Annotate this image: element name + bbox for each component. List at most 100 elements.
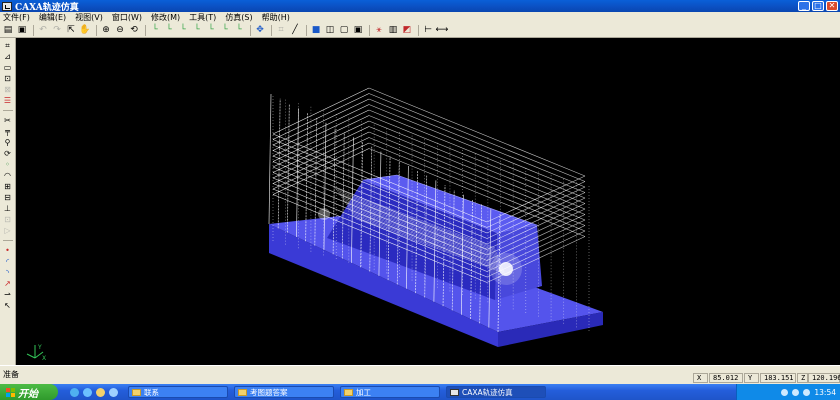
maximize-button[interactable]: □: [812, 1, 824, 11]
left-toolbar: ⌗ ⊿ ▭ ⊡ ⊠ ☰ ✂ ╤ ⚲ ⟳ ◦ ◠ ⊞ ⊟ ⊥ ⊡ ▷ • ◜ ◝ …: [0, 38, 16, 365]
menu-simulate[interactable]: 仿真(S): [225, 12, 252, 23]
view-iso-icon[interactable]: └: [233, 25, 245, 36]
network-icon[interactable]: [781, 388, 789, 396]
menu-edit[interactable]: 编辑(E): [39, 12, 66, 23]
rotate-icon[interactable]: ⟲: [128, 25, 140, 36]
ruler-icon[interactable]: ⊢: [422, 25, 434, 36]
security-icon[interactable]: [803, 388, 811, 396]
zoom-in-icon[interactable]: ⊕: [100, 25, 112, 36]
task-label: CAXA轨迹仿真: [462, 387, 513, 397]
view-left-icon[interactable]: └: [177, 25, 189, 36]
wire-icon[interactable]: ◫: [324, 25, 336, 36]
undo-icon[interactable]: ↶: [37, 25, 49, 36]
view-back-icon[interactable]: └: [163, 25, 175, 36]
circle-icon[interactable]: ◜: [2, 256, 14, 267]
task-button[interactable]: 联系: [128, 386, 228, 398]
color-icon[interactable]: ▥: [387, 25, 399, 36]
frame-icon[interactable]: ▢: [338, 25, 350, 36]
toolbar-separator: [369, 24, 370, 36]
simulation-viewport[interactable]: Y X: [17, 38, 840, 365]
shape-icon[interactable]: ⊿: [2, 51, 14, 62]
taskbar: 开始 联系 考图题答案 加工 CAXA轨迹仿真 13:54: [0, 384, 840, 400]
line-icon[interactable]: ◝: [2, 267, 14, 278]
menu-modify[interactable]: 修改(M): [151, 12, 180, 23]
quick-launch: [70, 387, 118, 397]
task-button[interactable]: 考图题答案: [234, 386, 334, 398]
minimize-button[interactable]: _: [798, 1, 810, 11]
pan-icon[interactable]: ✋: [79, 25, 91, 36]
menu-tools[interactable]: 工具(T): [189, 12, 216, 23]
solid-icon[interactable]: ■: [310, 25, 322, 36]
toolbar-separator: [145, 24, 146, 36]
rect-icon[interactable]: ▭: [2, 62, 14, 73]
volume-icon[interactable]: [792, 388, 800, 396]
toolpath-segment: [272, 87, 370, 135]
axis-triad-icon: Y X: [26, 344, 46, 362]
list-icon[interactable]: ☰: [2, 95, 14, 106]
open-icon[interactable]: ▤: [2, 25, 14, 36]
tool-holder-icon[interactable]: ⊞: [2, 181, 14, 192]
extend-line-icon[interactable]: ⇀: [2, 289, 14, 300]
cut-icon[interactable]: ✂: [2, 115, 14, 126]
point-icon[interactable]: ⊥: [2, 203, 14, 214]
crop-icon[interactable]: ⌗: [2, 40, 14, 51]
caxa-app-icon: [450, 388, 459, 396]
task-label: 联系: [144, 387, 159, 397]
select-icon[interactable]: ⇱: [65, 25, 77, 36]
view-right-icon[interactable]: └: [191, 25, 203, 36]
browser-icon[interactable]: [70, 387, 79, 397]
node-icon[interactable]: ◦: [2, 159, 14, 170]
measure-line-icon[interactable]: ⟷: [436, 25, 449, 36]
windows-logo-icon: [6, 387, 15, 397]
save-icon[interactable]: ▣: [16, 25, 28, 36]
section-icon[interactable]: ◩: [401, 25, 413, 36]
toolpath-scene: Y X: [26, 87, 603, 362]
zoom-out-icon[interactable]: ⊖: [114, 25, 126, 36]
svg-text:X: X: [42, 355, 46, 362]
arc-icon[interactable]: ◠: [2, 170, 14, 181]
task-label: 考图题答案: [250, 387, 288, 397]
status-bar: 准备 X 85.012 Y 183.151 Z 120.196: [0, 365, 840, 384]
curve-icon[interactable]: •: [2, 245, 14, 256]
menu-window[interactable]: 窗口(W): [112, 12, 142, 23]
window-title: CAXA轨迹仿真: [15, 2, 79, 13]
task-button[interactable]: 加工: [340, 386, 440, 398]
toolbar-separator: [96, 24, 97, 36]
menu-help[interactable]: 帮助(H): [262, 12, 290, 23]
tool-icon[interactable]: ⚲: [2, 137, 14, 148]
view-top-icon[interactable]: └: [205, 25, 217, 36]
stock-icon[interactable]: ╤: [2, 126, 14, 137]
redo-icon[interactable]: ↷: [51, 25, 63, 36]
tool-path-icon[interactable]: ⚹: [373, 25, 385, 36]
box-icon[interactable]: ▣: [352, 25, 364, 36]
toolpath-segment: [272, 115, 370, 162]
cursor-icon[interactable]: ↖: [2, 300, 14, 311]
desktop-icon[interactable]: [83, 387, 92, 397]
menu-view[interactable]: 视图(V): [75, 12, 103, 23]
spin-icon[interactable]: ⟳: [2, 148, 14, 159]
explorer-icon[interactable]: [96, 387, 105, 397]
measure-icon[interactable]: ⌗: [275, 25, 287, 36]
pick-icon[interactable]: ╱: [289, 25, 301, 36]
extend-icon[interactable]: ⊡: [2, 214, 14, 225]
app-icon: [2, 1, 12, 11]
layer-icon[interactable]: ⊠: [2, 84, 14, 95]
media-icon[interactable]: [109, 387, 118, 397]
move-icon[interactable]: ✥: [254, 25, 266, 36]
toolpath-segment: [368, 98, 586, 188]
task-button-active[interactable]: CAXA轨迹仿真: [446, 386, 546, 398]
start-button[interactable]: 开始: [0, 384, 58, 400]
zoom-window-icon[interactable]: ⊡: [2, 73, 14, 84]
left-toolbar-separator: [2, 240, 13, 241]
close-button[interactable]: ✕: [826, 1, 838, 11]
menu-file[interactable]: 文件(F): [3, 12, 30, 23]
toolpath-segment: [268, 93, 272, 225]
window-controls: _ □ ✕: [798, 1, 838, 11]
view-front-icon[interactable]: └: [149, 25, 161, 36]
coord-value-x: 85.012: [709, 373, 743, 383]
mill-icon[interactable]: ⊟: [2, 192, 14, 203]
arrow-icon[interactable]: ↗: [2, 278, 14, 289]
view-bottom-icon[interactable]: └: [219, 25, 231, 36]
status-message: 准备: [3, 370, 19, 379]
path-icon[interactable]: ▷: [2, 225, 14, 236]
